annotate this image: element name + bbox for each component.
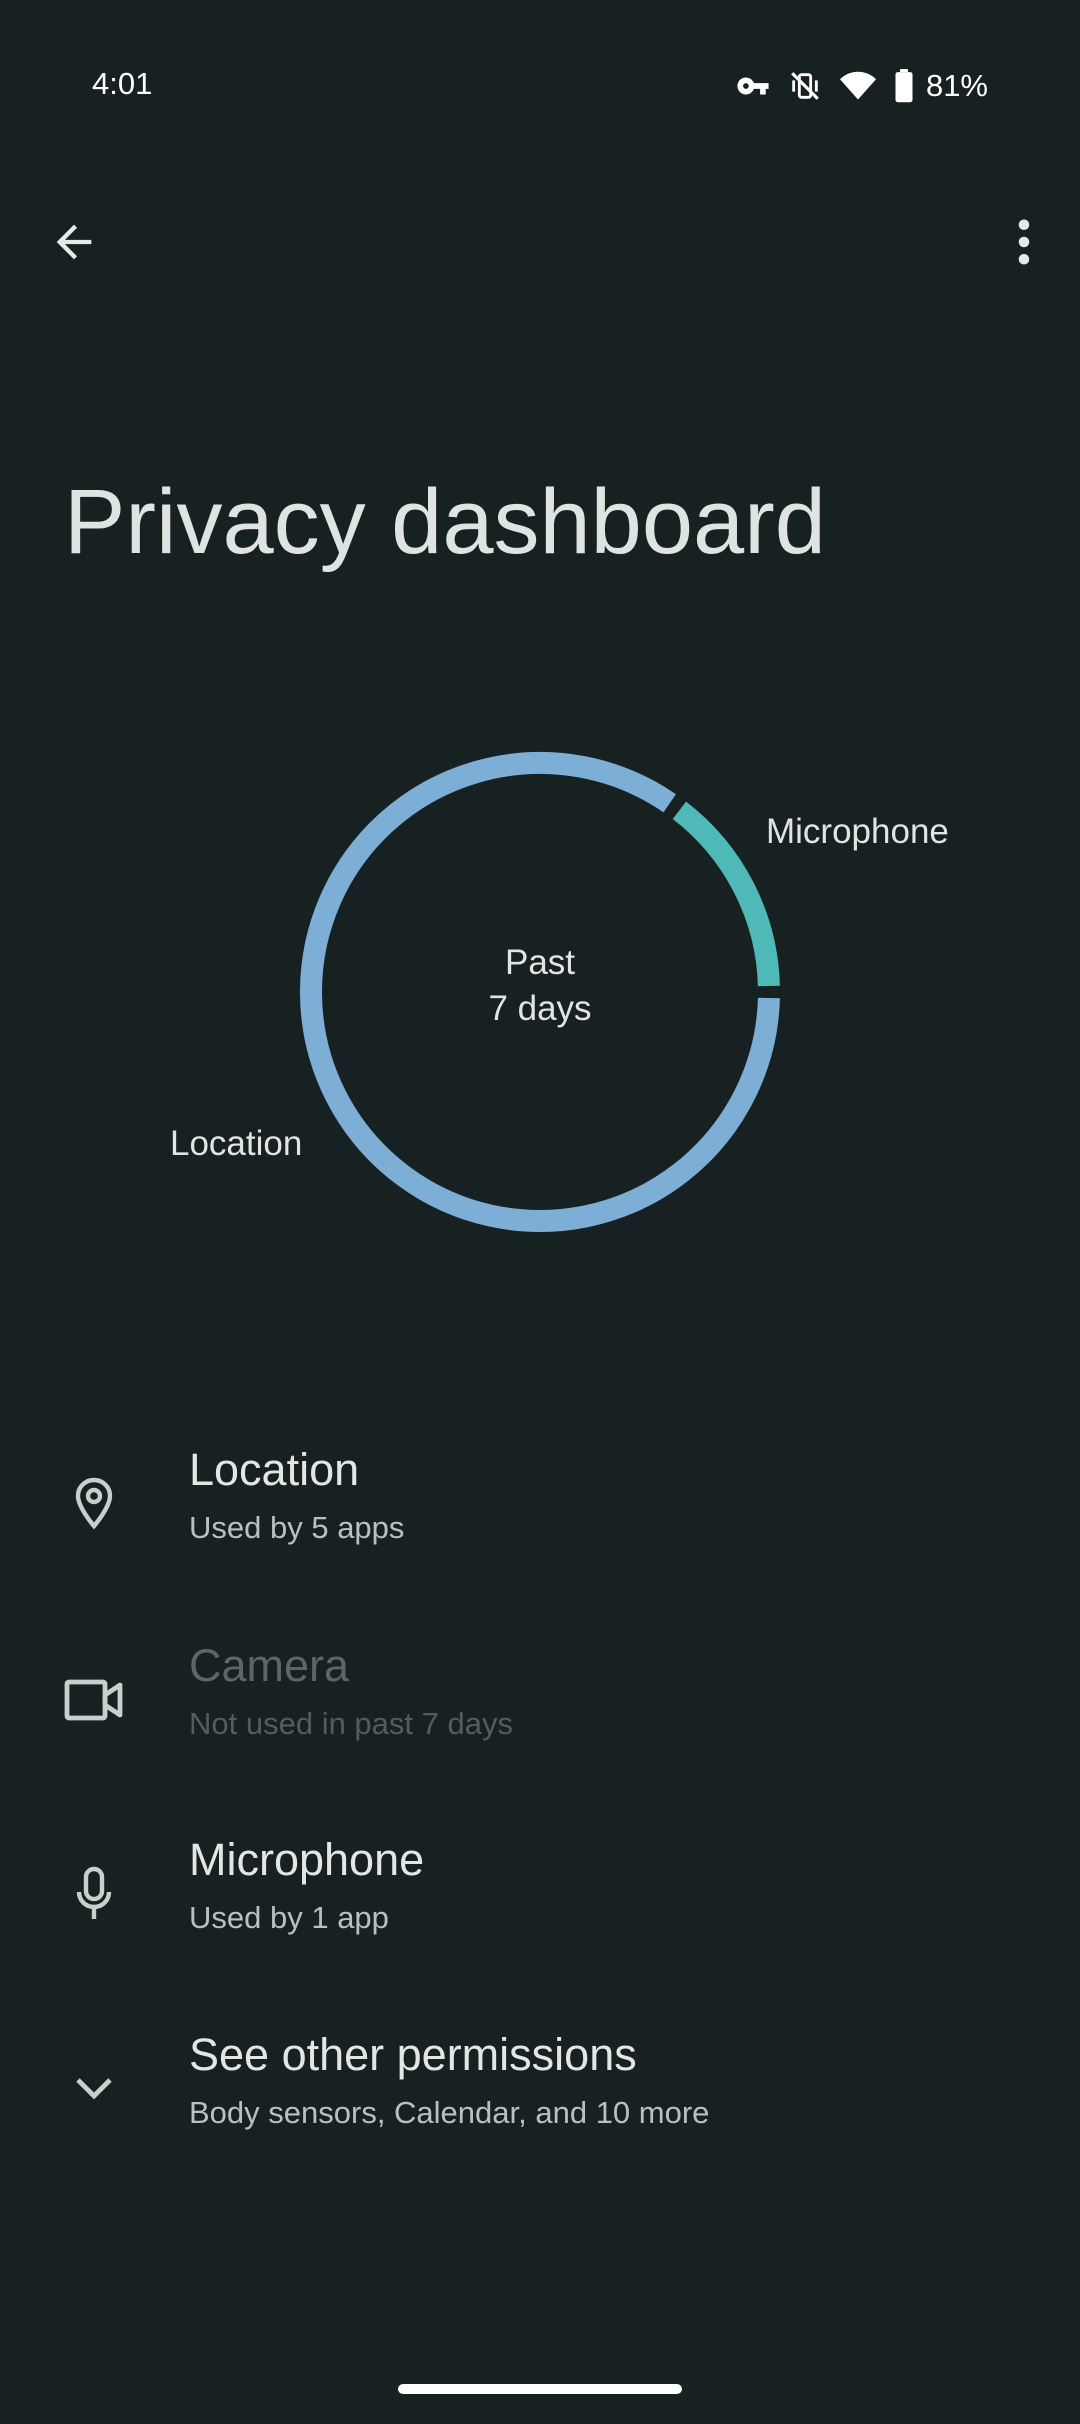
donut-slice-microphone	[672, 801, 780, 987]
permission-title: Camera	[189, 1640, 350, 1691]
permission-row-camera[interactable]: Camera Not used in past 7 days	[0, 1616, 1080, 1806]
status-icons: 81%	[736, 62, 988, 110]
chevron-down-icon	[56, 2051, 132, 2127]
chart-center-label: Past 7 days	[440, 940, 640, 1032]
microphone-icon	[56, 1856, 132, 1932]
permission-row-location[interactable]: Location Used by 5 apps	[0, 1420, 1080, 1610]
camera-icon	[56, 1662, 132, 1738]
more-options-button[interactable]	[988, 206, 1060, 278]
vpn-key-icon	[737, 77, 769, 95]
permission-subtitle: Used by 1 app	[189, 1900, 389, 1935]
chart-center-line2: 7 days	[488, 989, 592, 1028]
wifi-icon	[839, 71, 876, 100]
chart-label-location: Location	[170, 1124, 303, 1163]
permission-subtitle: Not used in past 7 days	[189, 1706, 513, 1741]
chart-center-line1: Past	[504, 943, 576, 982]
page-title: Privacy dashboard	[64, 471, 826, 573]
vibrate-off-icon	[791, 72, 819, 100]
arrow-back-icon	[56, 224, 92, 260]
back-button[interactable]	[38, 206, 110, 278]
permission-title: Microphone	[189, 1834, 425, 1885]
usage-donut-chart: Past 7 days Microphone Location	[0, 720, 1080, 1280]
permission-row-microphone[interactable]: Microphone Used by 1 app	[0, 1810, 1080, 2000]
status-time: 4:01	[92, 66, 153, 101]
permission-subtitle: Body sensors, Calendar, and 10 more	[189, 2095, 710, 2130]
chart-label-microphone: Microphone	[766, 812, 949, 851]
permission-subtitle: Used by 5 apps	[189, 1510, 405, 1545]
battery-percent: 81%	[925, 68, 988, 103]
more-vert-icon	[1018, 219, 1030, 265]
see-other-permissions-row[interactable]: See other permissions Body sensors, Cale…	[0, 2005, 1080, 2195]
permission-title: Location	[189, 1444, 360, 1495]
location-pin-icon	[56, 1466, 132, 1542]
status-bar: 4:01 81%	[0, 0, 1080, 176]
app-bar	[0, 190, 1080, 310]
battery-icon	[895, 69, 913, 103]
permission-title: See other permissions	[189, 2029, 637, 2080]
gesture-nav-handle[interactable]	[398, 2384, 682, 2394]
